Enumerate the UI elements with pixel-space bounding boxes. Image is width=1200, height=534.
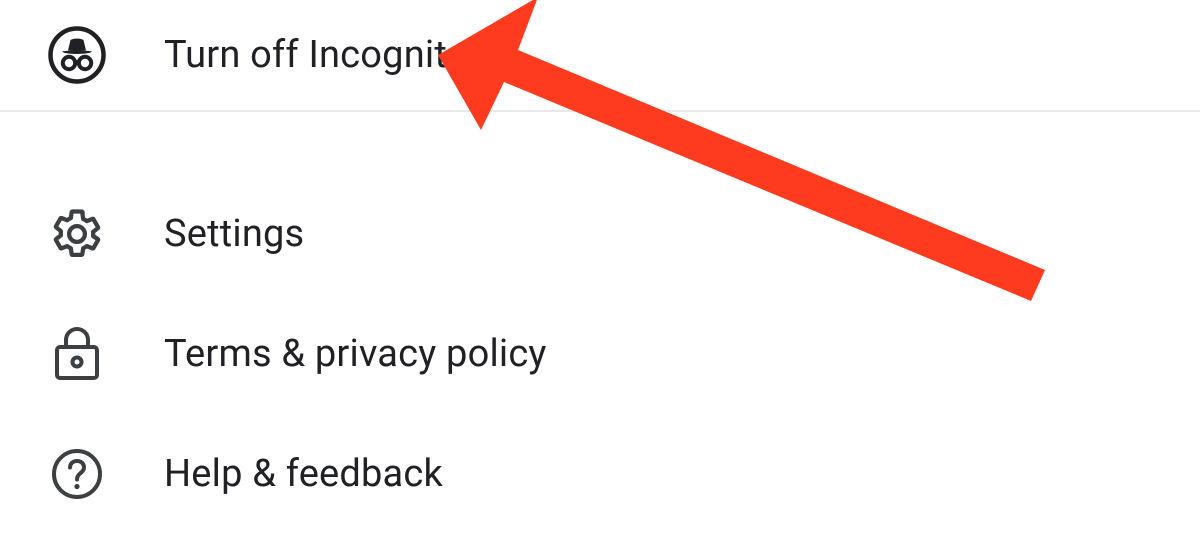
menu-item-turn-off-incognito[interactable]: Turn off Incognito: [0, 0, 1200, 110]
menu-item-settings[interactable]: Settings: [0, 174, 1200, 294]
menu-item-label: Turn off Incognito: [164, 33, 468, 77]
menu-item-help-feedback[interactable]: Help & feedback: [0, 414, 1200, 534]
account-menu: Turn off Incognito Settings Terms & priv…: [0, 0, 1200, 534]
lock-icon: [46, 323, 108, 385]
menu-spacer: [0, 112, 1200, 174]
gear-icon: [46, 203, 108, 265]
incognito-icon: [46, 24, 108, 86]
menu-item-label: Terms & privacy policy: [164, 332, 547, 376]
menu-item-label: Settings: [164, 212, 304, 256]
menu-item-terms-privacy[interactable]: Terms & privacy policy: [0, 294, 1200, 414]
help-icon: [46, 443, 108, 505]
menu-item-label: Help & feedback: [164, 452, 443, 496]
